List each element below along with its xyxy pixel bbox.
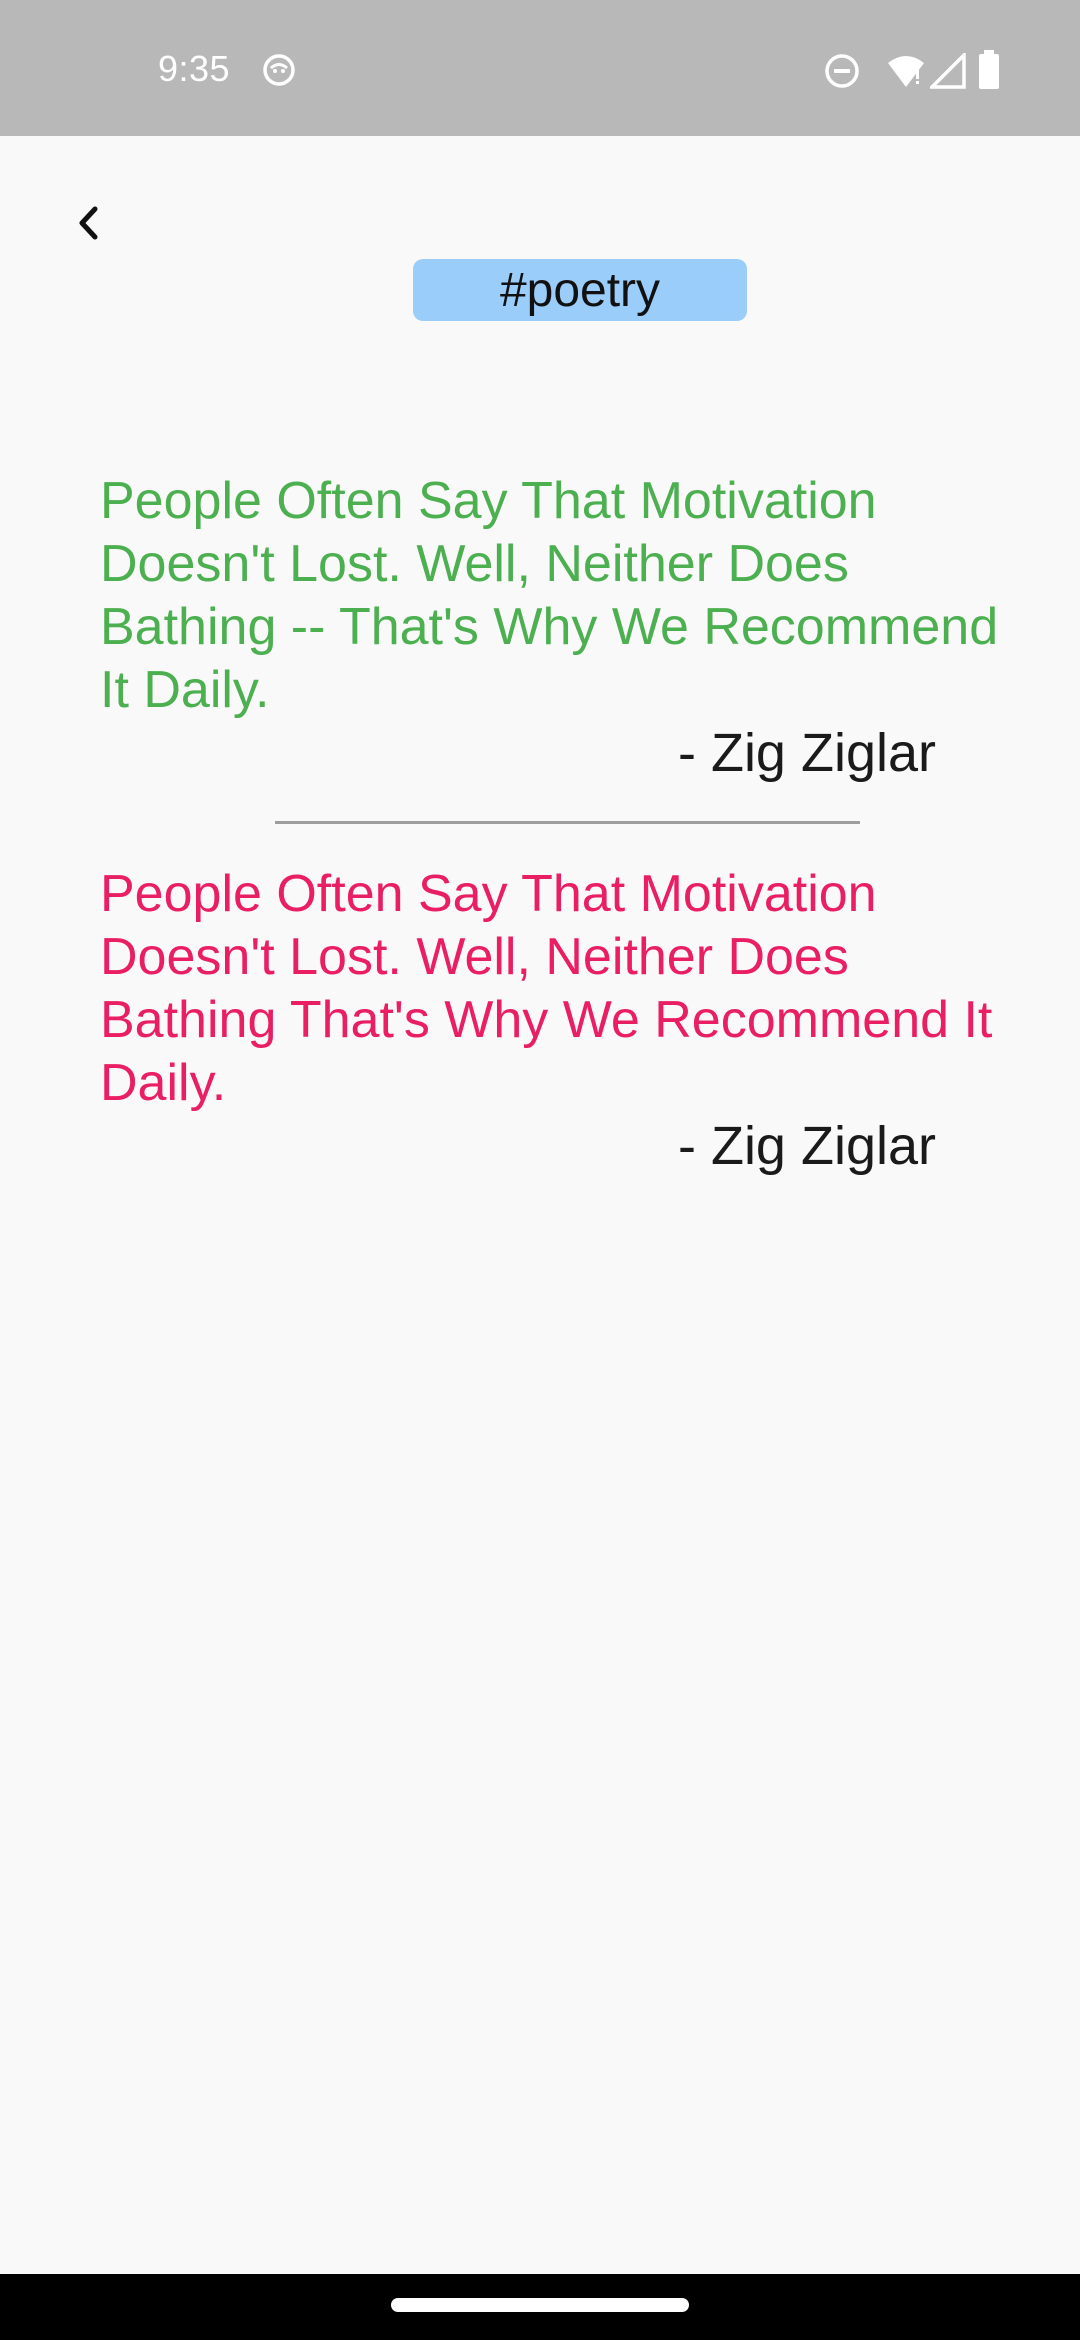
back-button[interactable]: [60, 195, 116, 251]
do-not-disturb-icon: [825, 54, 859, 88]
battery-icon: [979, 50, 999, 89]
status-bar: 9:35: [0, 0, 1080, 136]
tag-chip[interactable]: #poetry: [413, 259, 747, 321]
chevron-left-icon: [79, 206, 98, 240]
wifi-icon: [888, 56, 924, 87]
quote-divider: [275, 821, 860, 824]
signal-icon: [930, 53, 966, 89]
quote-card: People Often Say That Motivation Doesn't…: [100, 470, 1000, 785]
app-notification-icon: [263, 54, 295, 86]
quote-text: People Often Say That Motivation Doesn't…: [100, 865, 993, 1112]
quote-text: People Often Say That Motivation Doesn't…: [100, 472, 999, 719]
home-gesture-handle[interactable]: [391, 2298, 689, 2312]
quote-author: - Zig Ziglar: [677, 1116, 936, 1176]
navigation-bar: [0, 2274, 1080, 2340]
quote-author: - Zig Ziglar: [677, 723, 936, 783]
quote-card: People Often Say That Motivation Doesn't…: [100, 863, 1000, 1178]
status-time: 9:35: [158, 48, 231, 89]
